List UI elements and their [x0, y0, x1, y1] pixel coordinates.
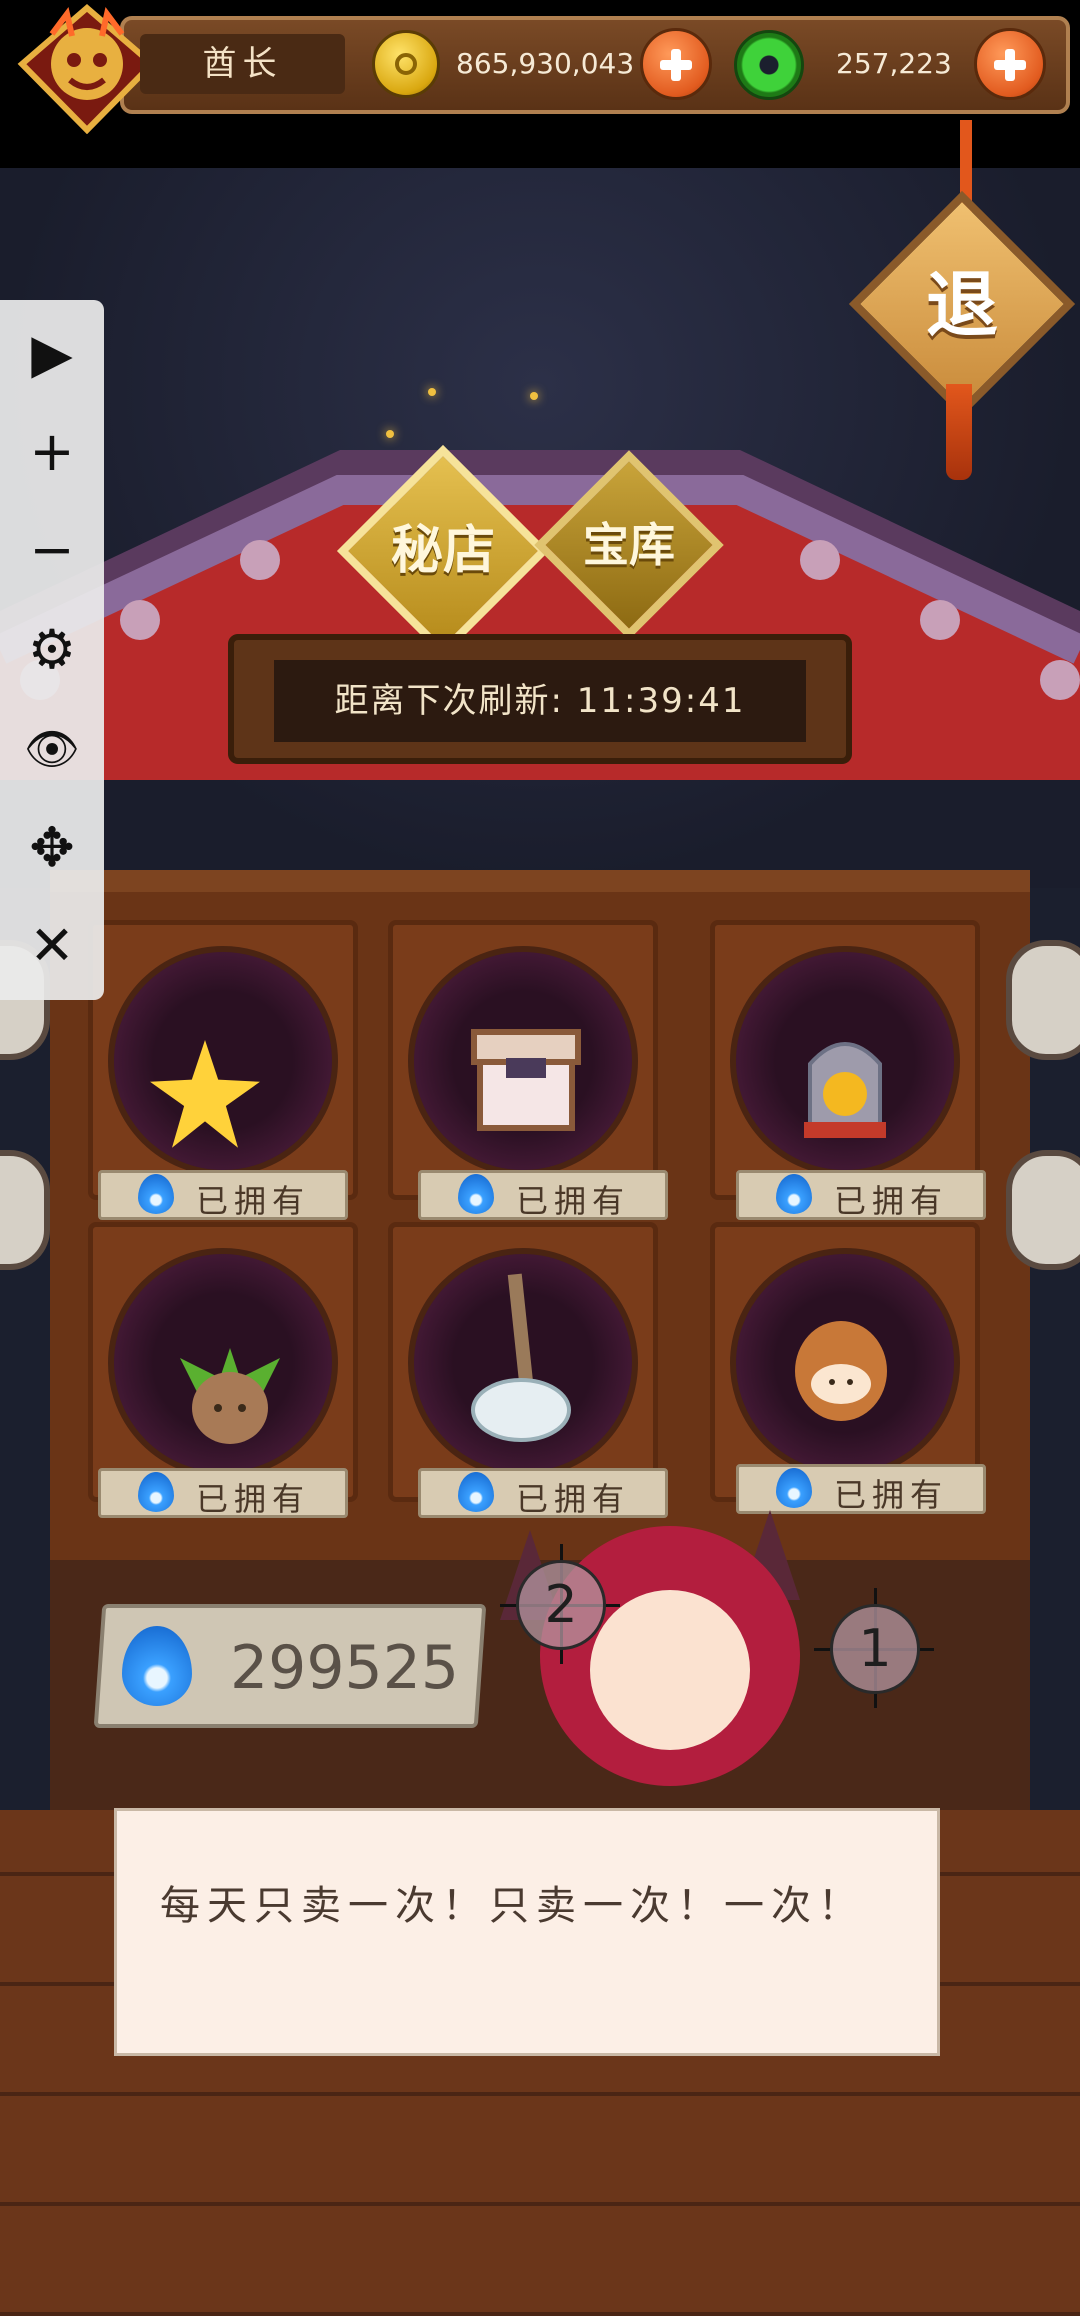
dialog-text: 每天只卖一次！只卖一次！一次！: [160, 1883, 865, 1929]
zoom-in-icon[interactable]: +: [16, 416, 88, 488]
refresh-timer: 距离下次刷新: 11:39:41: [274, 660, 806, 742]
gear-icon[interactable]: ⚙: [16, 614, 88, 686]
owned-label: 已拥有: [196, 1182, 311, 1220]
coin-amount: 865,930,043: [456, 47, 635, 80]
blue-flame-icon: [138, 1174, 174, 1214]
add-coins-button[interactable]: [640, 28, 712, 100]
exit-tassel: [946, 384, 972, 480]
chest-item-icon[interactable]: [466, 1018, 586, 1138]
owned-label: 已拥有: [516, 1480, 631, 1518]
tab-secret-shop-label[interactable]: 秘店: [368, 518, 518, 584]
blue-flame-icon: [776, 1468, 812, 1508]
coin-icon: [372, 30, 440, 98]
blue-flame-icon: [458, 1174, 494, 1214]
lantern: [1006, 940, 1080, 1060]
dialog-box[interactable]: [114, 1808, 940, 2056]
lantern: [0, 1150, 50, 1270]
jade-icon: [734, 30, 804, 100]
bell-jar-item-icon[interactable]: [800, 1024, 890, 1144]
shopkeeper-character[interactable]: [590, 1590, 750, 1750]
player-name: 酋长: [140, 34, 345, 94]
bun-item-icon[interactable]: [786, 1316, 896, 1426]
touch-marker-1: 1: [830, 1604, 920, 1694]
incense-burner-item-icon[interactable]: [466, 1270, 576, 1450]
currency-amount: 299525: [230, 1633, 460, 1703]
lantern: [1006, 1150, 1080, 1270]
tab-treasury-label[interactable]: 宝库: [562, 512, 696, 578]
item-portal: [108, 946, 338, 1176]
close-icon[interactable]: ✕: [16, 910, 88, 982]
blue-flame-icon: [776, 1174, 812, 1214]
owned-label: 已拥有: [196, 1480, 311, 1518]
play-icon[interactable]: ▶: [16, 318, 88, 390]
hide-icon[interactable]: 👁: [16, 714, 88, 786]
blue-flame-icon: [138, 1472, 174, 1512]
blue-flame-icon: [458, 1472, 494, 1512]
jade-amount: 257,223: [836, 47, 952, 80]
move-icon[interactable]: ✥: [16, 812, 88, 884]
touch-marker-2: 2: [516, 1560, 606, 1650]
add-jade-button[interactable]: [974, 28, 1046, 100]
zoom-out-icon[interactable]: −: [16, 514, 88, 586]
seed-item-icon[interactable]: [170, 1338, 290, 1448]
sparkle: [428, 388, 436, 396]
exit-label[interactable]: 退: [882, 250, 1042, 360]
owned-label: 已拥有: [516, 1182, 631, 1220]
owned-label: 已拥有: [834, 1476, 949, 1514]
owned-label: 已拥有: [834, 1182, 949, 1220]
sparkle: [530, 392, 538, 400]
